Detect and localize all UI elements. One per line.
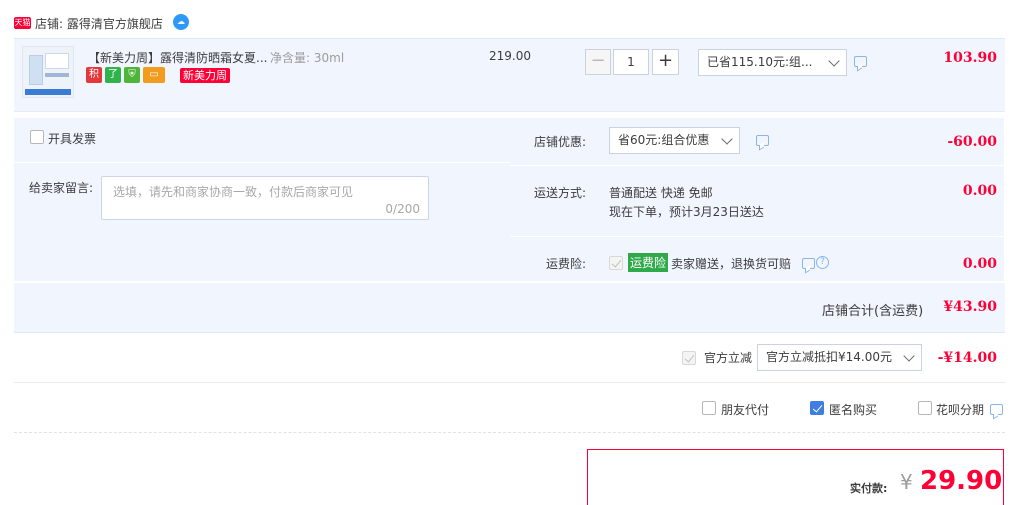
subtotal-amount: ¥43.90 <box>943 299 997 315</box>
wangwang-chat-icon[interactable]: ☁ <box>173 14 189 30</box>
message-icon[interactable] <box>756 135 769 146</box>
message-icon[interactable] <box>990 404 1003 415</box>
payment-label: 实付款: <box>850 482 888 495</box>
insurance-desc: 卖家赠送，退换货可赔 <box>671 257 792 271</box>
chevron-down-icon <box>903 350 915 362</box>
shipping-amount: 0.00 <box>962 183 997 199</box>
huabei-installment-checkbox[interactable] <box>918 401 932 415</box>
help-icon[interactable]: ? <box>816 256 829 269</box>
product-title[interactable]: 【新美力周】露得清防晒霜女夏... <box>88 49 267 66</box>
divider <box>14 382 1005 383</box>
shop-discount-select[interactable]: 省60元:组合优惠 <box>609 127 740 154</box>
return-tag-icon: 了 <box>105 67 121 83</box>
official-discount-select[interactable]: 官方立减抵扣¥14.00元 <box>757 344 922 371</box>
item-discount-value: 已省115.10元:组... <box>707 55 813 69</box>
tmall-badge: 天猫 <box>14 17 31 29</box>
shipping-label: 运送方式: <box>534 186 587 200</box>
divider <box>510 236 1004 237</box>
anonymous-purchase-checkbox[interactable] <box>810 401 824 415</box>
product-thumbnail[interactable] <box>22 46 74 98</box>
insurance-checkbox <box>609 256 623 270</box>
item-discount-select[interactable]: 已省115.10元:组... <box>698 49 847 76</box>
shop-discount-label: 店铺优惠: <box>534 135 587 149</box>
quantity-decrease-button[interactable]: − <box>585 49 611 75</box>
seller-note-placeholder: 选填，请先和商家协商一致，付款后商家可见 <box>113 185 354 199</box>
message-icon[interactable] <box>854 56 867 67</box>
quantity-input[interactable]: 1 <box>613 49 649 75</box>
promo-tag: 新美力周 <box>180 68 230 83</box>
friend-pay-checkbox[interactable] <box>702 401 716 415</box>
guarantee-tag-icon: ⛨ <box>124 67 140 83</box>
divider <box>14 432 1005 433</box>
service-tags: 积 了 ⛨ ▭ <box>86 67 165 83</box>
divider <box>14 162 510 163</box>
shipping-method: 普通配送 快递 免邮 <box>609 186 713 200</box>
invoice-checkbox[interactable] <box>30 130 44 144</box>
payment-amount: 29.90 <box>920 466 1003 496</box>
official-discount-label: 官方立减 <box>704 351 753 365</box>
seller-note-counter: 0/200 <box>385 202 420 216</box>
seller-note-input[interactable]: 选填，请先和商家协商一致，付款后商家可见 0/200 <box>101 176 429 220</box>
message-icon[interactable] <box>802 258 815 269</box>
quantity-increase-button[interactable]: + <box>652 49 679 75</box>
insurance-label: 运费险: <box>546 257 587 271</box>
shipping-eta: 现在下单，预计3月23日送达 <box>609 205 764 219</box>
shop-name[interactable]: 店铺: 露得清官方旗舰店 <box>35 15 163 32</box>
invoice-label: 开具发票 <box>48 132 97 146</box>
huabei-installment-label: 花呗分期 <box>936 403 985 417</box>
item-total-price: 103.90 <box>943 50 997 66</box>
points-tag-icon: 积 <box>86 67 102 83</box>
official-discount-checkbox <box>682 351 696 365</box>
subtotal-label: 店铺合计(含运费) <box>822 304 924 319</box>
official-discount-amount: -¥14.00 <box>937 350 997 366</box>
divider <box>510 165 1004 166</box>
card-tag-icon: ▭ <box>143 67 165 83</box>
unit-price: 219.00 <box>489 49 531 63</box>
chevron-down-icon <box>721 133 733 145</box>
seller-note-label: 给卖家留言: <box>29 181 94 195</box>
anonymous-purchase-label: 匿名购买 <box>829 403 878 417</box>
insurance-badge: 运费险 <box>628 253 669 272</box>
product-spec: 净含量: 30ml <box>270 51 345 65</box>
shop-discount-amount: -60.00 <box>947 134 997 150</box>
official-discount-value: 官方立减抵扣¥14.00元 <box>766 350 892 364</box>
currency-symbol: ¥ <box>900 470 913 494</box>
insurance-amount: 0.00 <box>962 256 997 272</box>
shop-discount-value: 省60元:组合优惠 <box>618 133 710 147</box>
friend-pay-label: 朋友代付 <box>721 403 770 417</box>
chevron-down-icon <box>828 55 840 67</box>
